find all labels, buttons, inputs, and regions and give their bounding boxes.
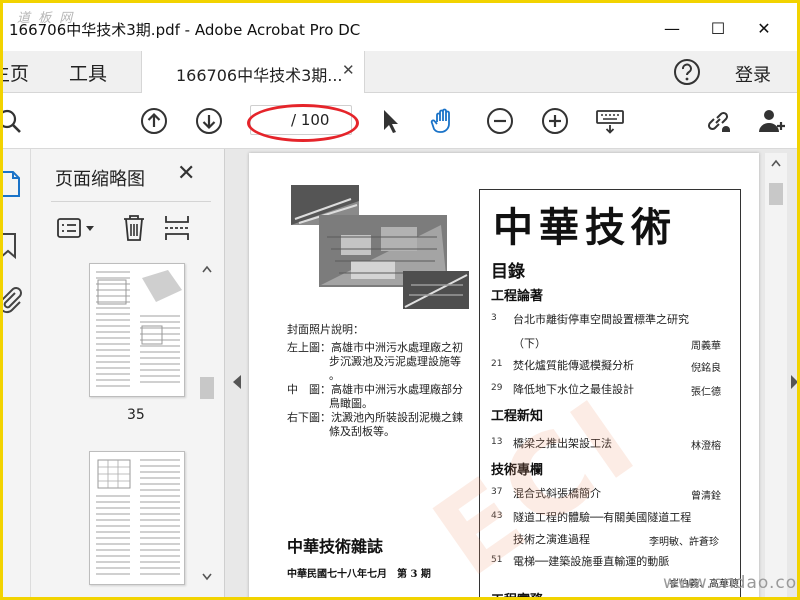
toc-entry-author: 李明敏、許蒼珍 xyxy=(649,537,719,548)
acrobat-window: 道 板 网 166706中华技术3期.pdf - Adobe Acrobat P… xyxy=(0,0,800,600)
site-watermark: www.cndao.com xyxy=(663,573,800,593)
search-icon[interactable] xyxy=(0,106,27,136)
toc-entry-author: 周義華 xyxy=(691,341,721,352)
expand-right-panel-icon[interactable] xyxy=(791,375,797,389)
page-thumbnails-panel: 页面缩略图 ✕ 35 xyxy=(31,149,225,597)
scroll-down-icon[interactable] xyxy=(202,573,212,581)
hand-tool-icon[interactable] xyxy=(429,106,459,136)
thumbnail-page-number: 35 xyxy=(127,407,145,423)
next-page-icon[interactable] xyxy=(194,106,224,136)
document-area: 封面照片說明： 左上圖：高雄市中洲污水處理廠之初 步沉澱池及污泥處理設施等 。 … xyxy=(225,149,797,597)
document-scrollbar[interactable] xyxy=(765,153,787,597)
thumbnails-panel-title: 页面缩略图 xyxy=(55,169,145,190)
document-tab[interactable]: 166706中华技术3期... ✕ xyxy=(141,51,365,93)
delete-page-icon[interactable] xyxy=(121,213,147,243)
toc-entry-author: 倪銘良 xyxy=(691,363,721,374)
thumbnail-page-36-preview xyxy=(96,459,180,575)
toc-page-number: 3 xyxy=(491,313,497,323)
toc-entry-author: 張仁德 xyxy=(691,387,721,398)
thumbnail-page-35-preview xyxy=(96,270,182,387)
toc-page-number: 29 xyxy=(491,383,503,393)
toolbar: / 100 xyxy=(3,93,797,149)
add-user-icon[interactable] xyxy=(757,106,787,136)
section-heading: 工程論著 xyxy=(491,289,544,304)
zoom-in-icon[interactable] xyxy=(540,106,570,136)
maximize-button[interactable]: ☐ xyxy=(695,13,741,43)
scroll-up-icon[interactable] xyxy=(202,265,212,273)
magazine-title: 中華技術 xyxy=(493,204,677,251)
magazine-footer-title: 中華技術雜誌 xyxy=(287,537,384,556)
chevron-down-icon[interactable] xyxy=(85,225,95,233)
magazine-issue-date: 中華民國七十八年七月 第 3 期 xyxy=(287,569,431,580)
document-tab-label: 166706中华技术3期... xyxy=(176,66,343,85)
thumbnail-toolbar xyxy=(51,209,211,249)
cover-caption-line: 步沉澱池及污泥處理設施等 xyxy=(329,355,461,368)
document-scroll-thumb[interactable] xyxy=(769,183,783,205)
thumbnail-options-icon[interactable] xyxy=(57,217,83,239)
page-number-highlight xyxy=(247,104,359,142)
window-title: 166706中华技术3期.pdf - Adobe Acrobat Pro DC xyxy=(9,21,361,39)
extract-pages-icon[interactable] xyxy=(163,213,191,243)
attachment-icon[interactable] xyxy=(0,285,23,315)
close-tab-icon[interactable]: ✕ xyxy=(342,61,355,79)
panel-divider xyxy=(51,201,211,202)
close-window-button[interactable]: ✕ xyxy=(741,13,787,43)
select-cursor-icon[interactable] xyxy=(375,106,405,136)
thumbnail-page-36[interactable] xyxy=(89,451,185,585)
page-thumbnails-icon[interactable] xyxy=(0,169,23,199)
contents-heading: 目錄 xyxy=(491,262,525,282)
cover-caption-line: 中 圖：高雄市中洲污水處理廠部分 xyxy=(287,383,463,396)
zoom-out-icon[interactable] xyxy=(485,106,515,136)
close-panel-icon[interactable]: ✕ xyxy=(177,161,195,186)
toc-page-number: 21 xyxy=(491,359,503,369)
thumbnail-scroll-thumb[interactable] xyxy=(200,377,214,399)
title-bar: 道 板 网 166706中华技术3期.pdf - Adobe Acrobat P… xyxy=(3,3,797,51)
minimize-button[interactable]: — xyxy=(649,13,695,43)
toc-entry-title: （下） xyxy=(513,337,546,350)
tab-home[interactable]: 主页 xyxy=(3,59,29,86)
pdf-page: 封面照片說明： 左上圖：高雄市中洲污水處理廠之初 步沉澱池及污泥處理設施等 。 … xyxy=(249,153,759,597)
bookmark-icon[interactable] xyxy=(0,231,23,261)
collapse-left-panel-icon[interactable] xyxy=(233,375,241,389)
login-button[interactable]: 登录 xyxy=(735,61,771,87)
tab-tools[interactable]: 工具 xyxy=(69,59,107,86)
cover-photos xyxy=(291,185,469,309)
help-icon[interactable] xyxy=(673,58,701,86)
scroll-up-icon[interactable] xyxy=(771,159,781,167)
cover-caption-heading: 封面照片說明： xyxy=(287,323,364,336)
thumbnail-scrollbar[interactable] xyxy=(197,261,217,597)
share-link-icon[interactable] xyxy=(703,106,733,136)
toc-entry-author: 曾清銓 xyxy=(691,491,721,502)
cover-caption-line: 條及刮板等。 xyxy=(329,425,395,438)
toc-entry-title: 焚化爐質能傳遞模擬分析 xyxy=(513,359,634,372)
previous-page-icon[interactable] xyxy=(139,106,169,136)
toc-entry-author: 林澄榕 xyxy=(691,441,721,452)
toc-entry-title: 台北市離街停車空間設置標準之研究 xyxy=(513,313,689,326)
tab-bar: 主页 工具 166706中华技术3期... ✕ 登录 xyxy=(3,51,797,93)
keyboard-icon[interactable] xyxy=(595,106,625,136)
left-rail xyxy=(0,149,31,597)
thumbnail-page-35[interactable] xyxy=(89,263,185,397)
